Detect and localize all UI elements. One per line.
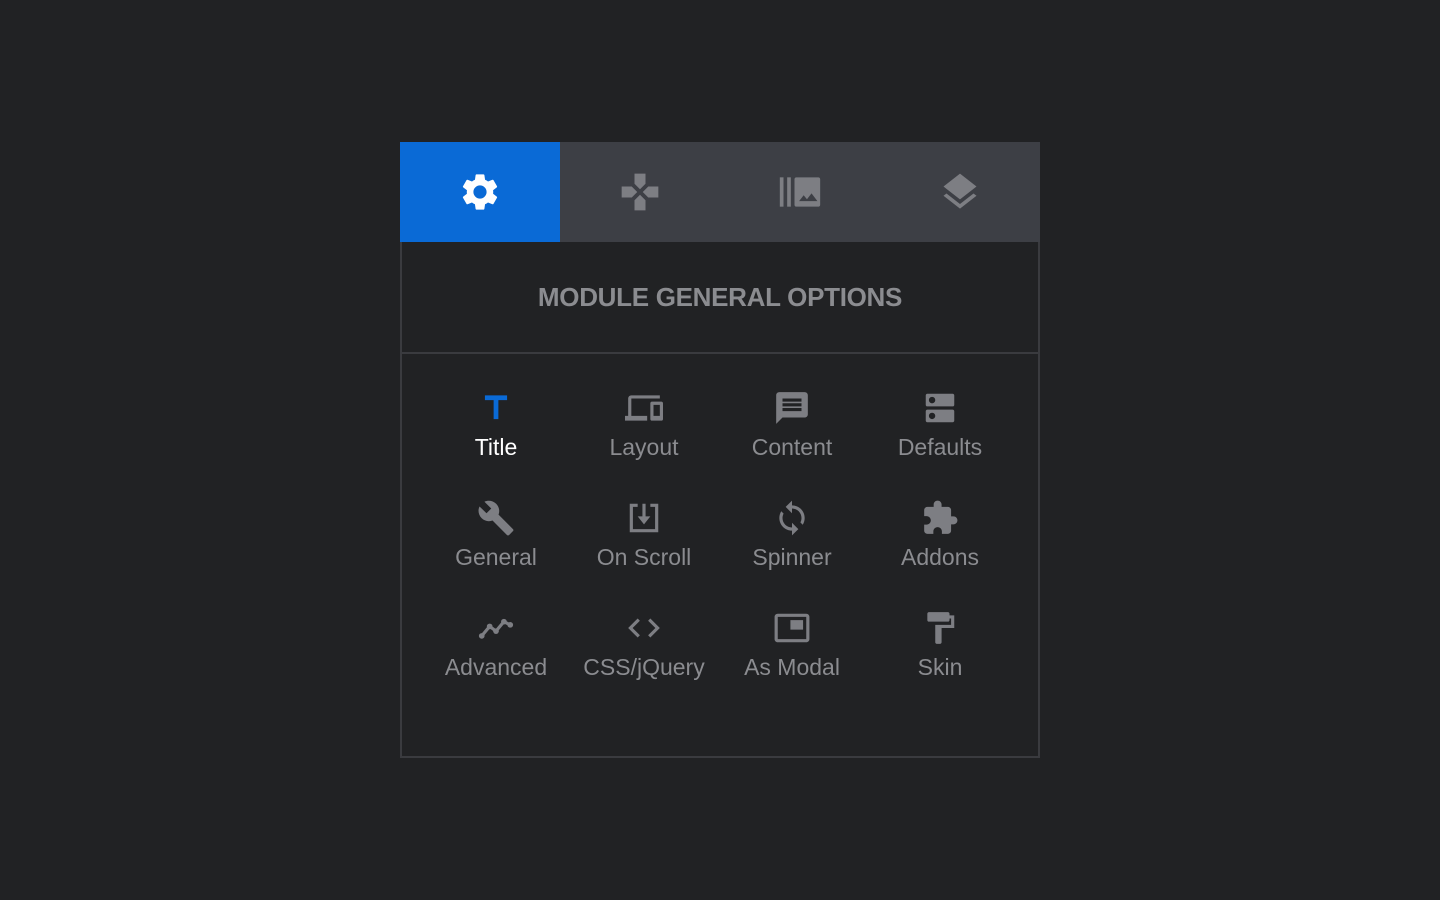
options-grid: Title Layout Content Defaults General On…: [422, 388, 1022, 718]
option-spinner[interactable]: Spinner: [718, 498, 866, 608]
tab-gallery[interactable]: [720, 142, 880, 242]
layers-icon: [943, 173, 977, 209]
option-label: Spinner: [752, 544, 832, 570]
module-options-panel: MODULE GENERAL OPTIONS Title Layout Cont…: [400, 142, 1040, 758]
option-css-jquery[interactable]: CSS/jQuery: [570, 608, 718, 718]
section-title: MODULE GENERAL OPTIONS: [402, 242, 1038, 354]
message-icon: [776, 392, 808, 424]
sync-icon: [779, 500, 805, 536]
option-on-scroll[interactable]: On Scroll: [570, 498, 718, 608]
gamepad-icon: [621, 173, 659, 211]
option-title[interactable]: Title: [422, 388, 570, 498]
option-general[interactable]: General: [422, 498, 570, 608]
option-label: Skin: [917, 654, 963, 680]
gear-icon: [462, 174, 498, 210]
option-label: Addons: [900, 544, 979, 570]
code-icon: [628, 618, 660, 638]
option-label: Defaults: [897, 434, 983, 460]
wrench-icon: [478, 500, 514, 536]
option-content[interactable]: Content: [718, 388, 866, 498]
puzzle-icon: [924, 500, 958, 534]
option-advanced[interactable]: Advanced: [422, 608, 570, 718]
option-skin[interactable]: Skin: [866, 608, 1014, 718]
gallery-icon: [779, 177, 821, 207]
trend-icon: [478, 618, 514, 639]
option-defaults[interactable]: Defaults: [866, 388, 1014, 498]
option-label: Advanced: [444, 654, 548, 680]
option-label: Layout: [609, 434, 679, 460]
option-as-modal[interactable]: As Modal: [718, 608, 866, 718]
dns-icon: [925, 393, 955, 423]
scroll-download-icon: [629, 503, 659, 533]
option-label: On Scroll: [596, 544, 692, 570]
title-icon: [484, 395, 508, 420]
tab-settings[interactable]: [400, 142, 560, 242]
devices-icon: [625, 395, 663, 421]
options-body: MODULE GENERAL OPTIONS Title Layout Cont…: [400, 242, 1040, 758]
tab-controls[interactable]: [560, 142, 720, 242]
option-label: General: [455, 544, 537, 570]
option-label: Content: [751, 434, 833, 460]
modal-window-icon: [774, 613, 810, 643]
option-label: Title: [474, 434, 518, 460]
tab-bar: [400, 142, 1040, 242]
option-label: CSS/jQuery: [583, 654, 705, 680]
option-addons[interactable]: Addons: [866, 498, 1014, 608]
option-layout[interactable]: Layout: [570, 388, 718, 498]
paint-roller-icon: [927, 612, 955, 644]
option-label: As Modal: [744, 654, 840, 680]
tab-layers[interactable]: [880, 142, 1040, 242]
